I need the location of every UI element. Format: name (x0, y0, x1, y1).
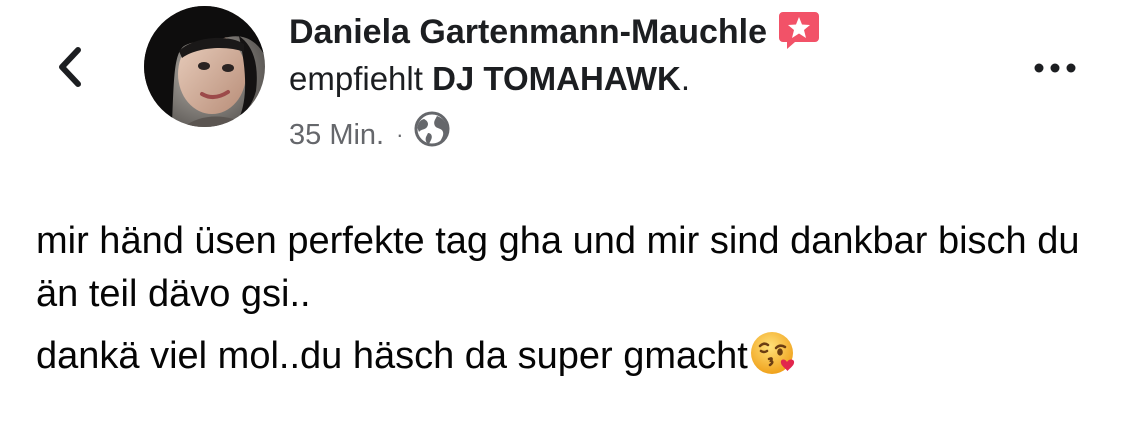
profile-photo (144, 6, 265, 127)
face-blowing-kiss-emoji (749, 329, 797, 377)
recommend-suffix: . (680, 60, 690, 97)
more-options-button[interactable] (1030, 55, 1080, 81)
post-meta: 35 Min. · (289, 110, 1009, 159)
post-timestamp[interactable]: 35 Min. (289, 115, 384, 155)
post-body: mir händ üsen perfekte tag gha und mir s… (36, 215, 1096, 383)
globe-icon[interactable] (413, 110, 451, 159)
recommended-page-link[interactable]: DJ TOMAHAWK (432, 60, 681, 97)
back-button[interactable] (50, 42, 90, 92)
post-text: dankä viel mol..du häsch da super gmacht (36, 335, 748, 377)
author-line: Daniela Gartenmann-Mauchle (289, 10, 1009, 54)
meta-separator: · (396, 121, 404, 147)
post-header: Daniela Gartenmann-Mauchle empfiehlt DJ … (289, 10, 1009, 159)
chevron-left-icon (59, 47, 81, 87)
post-text-line-2: dankä viel mol..du häsch da super gmacht (36, 329, 1096, 383)
recommend-verb: empfiehlt (289, 60, 423, 97)
recommendation-star-icon (777, 8, 821, 52)
recommendation-line: empfiehlt DJ TOMAHAWK. (289, 58, 1009, 100)
post-text-line: mir händ üsen perfekte tag gha und mir s… (36, 220, 1080, 315)
author-name[interactable]: Daniela Gartenmann-Mauchle (289, 10, 767, 54)
avatar[interactable] (144, 6, 265, 127)
more-dots-icon (1034, 63, 1076, 73)
